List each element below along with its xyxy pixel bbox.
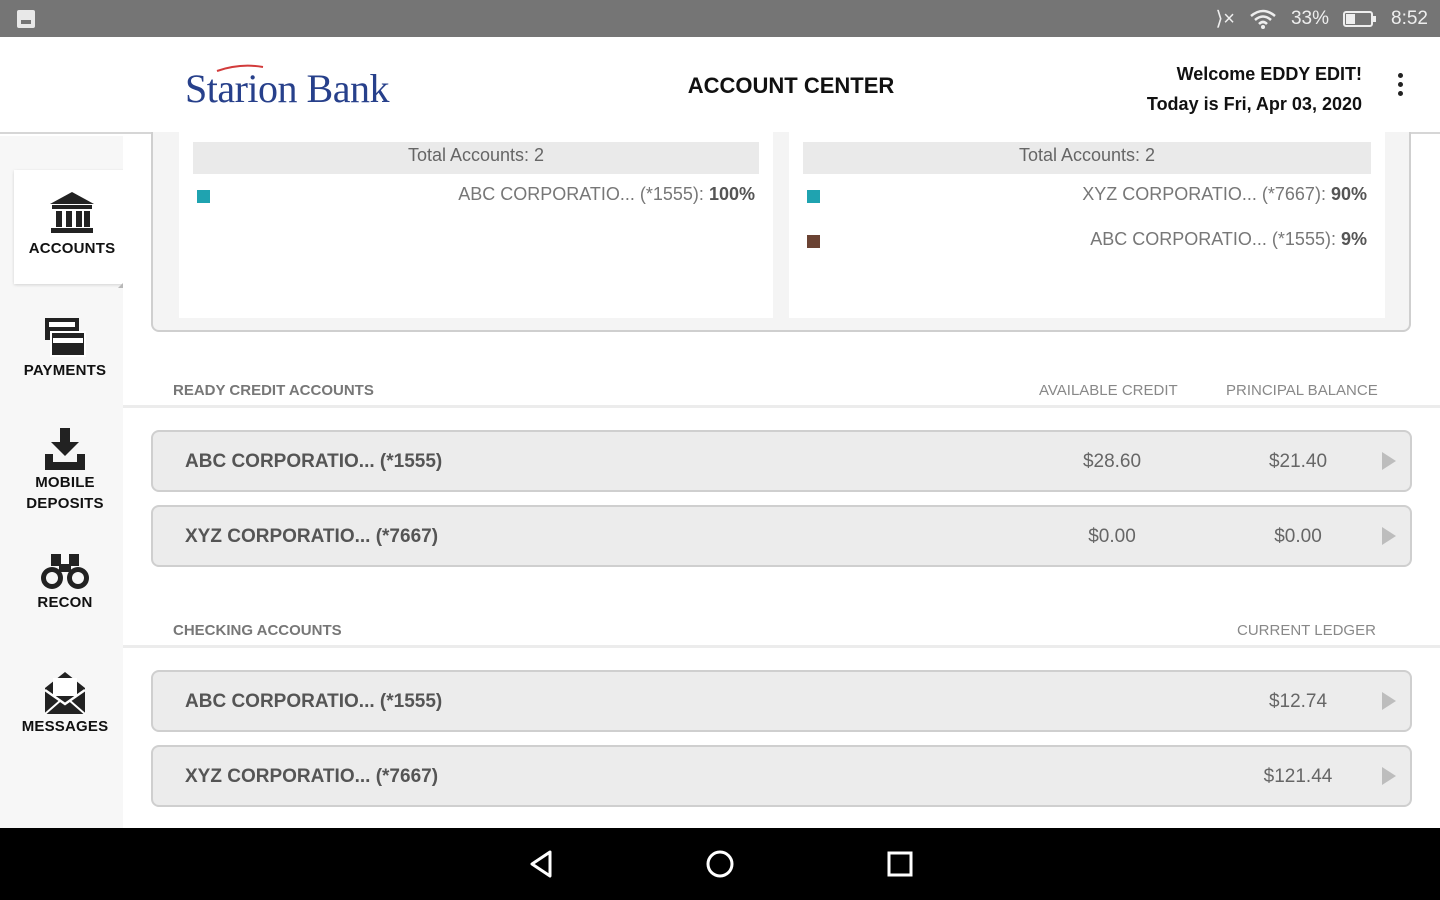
bluetooth-off-icon: ⟩× <box>1215 8 1235 30</box>
date-text: Today is Fri, Apr 03, 2020 <box>1146 94 1362 114</box>
available-credit-value: $0.00 <box>1088 526 1136 547</box>
legend-pct: 100% <box>708 184 755 204</box>
sidebar-item-accounts[interactable]: ACCOUNTS <box>14 170 130 284</box>
sidebar-item-label-2: DEPOSITS <box>26 495 104 512</box>
sidebar-item-label: MESSAGES <box>21 718 109 735</box>
ready-credit-row[interactable]: XYZ CORPORATIO... (*7667) $0.00 $0.00 <box>151 505 1412 567</box>
sidebar-item-messages[interactable]: MESSAGES <box>0 668 130 784</box>
account-name: XYZ CORPORATIO... (*7667) <box>185 526 439 547</box>
clock: 8:52 <box>1391 7 1428 29</box>
checking-row[interactable]: ABC CORPORATIO... (*1555) $12.74 <box>151 670 1412 732</box>
ready-credit-row[interactable]: ABC CORPORATIO... (*1555) $28.60 $21.40 <box>151 430 1412 492</box>
legend-label: ABC CORPORATIO... (*1555): <box>458 184 704 204</box>
chart-total: Total Accounts: 2 <box>193 142 759 174</box>
welcome-message: Welcome EDDY EDIT! Today is Fri, Apr 03,… <box>1147 59 1362 119</box>
account-name: ABC CORPORATIO... (*1555) <box>185 691 443 712</box>
checking-row[interactable]: XYZ CORPORATIO... (*7667) $121.44 <box>151 745 1412 807</box>
welcome-text: Welcome EDDY EDIT! <box>1176 64 1362 84</box>
current-ledger-value: $121.44 <box>1263 766 1333 787</box>
legend-label: XYZ CORPORATIO... (*7667): <box>1082 184 1326 204</box>
chart-total: Total Accounts: 2 <box>803 142 1371 174</box>
sidebar-item-mobile-deposits[interactable]: MOBILE DEPOSITS <box>0 424 130 540</box>
sidebar-item-label: MOBILE <box>35 474 95 491</box>
available-credit-value: $28.60 <box>1082 451 1142 472</box>
chevron-right-icon <box>1382 767 1396 785</box>
section-label: CHECKING ACCOUNTS <box>173 622 342 639</box>
system-nav-bar <box>0 828 1440 900</box>
chart-card-ready-credit: Total Accounts: 2 ABC CORPORATIO... (*15… <box>179 132 773 318</box>
chevron-right-icon <box>1382 692 1396 710</box>
battery-icon <box>1343 10 1377 28</box>
legend-swatch <box>807 235 820 248</box>
download-tray-icon <box>45 428 85 470</box>
envelope-icon <box>44 672 86 715</box>
ready-credit-header: READY CREDIT ACCOUNTS AVAILABLE CREDIT P… <box>123 372 1440 408</box>
home-icon[interactable] <box>705 849 735 879</box>
chart-card-checking: Total Accounts: 2 XYZ CORPORATIO... (*76… <box>789 132 1385 318</box>
chevron-right-icon <box>1382 452 1396 470</box>
legend-label: ABC CORPORATIO... (*1555): <box>1090 229 1336 249</box>
notification-icon <box>17 10 35 28</box>
app-header: Starion Bank ACCOUNT CENTER Welcome EDDY… <box>0 37 1440 134</box>
account-name: ABC CORPORATIO... (*1555) <box>185 451 443 472</box>
sidebar-item-label: PAYMENTS <box>23 362 107 379</box>
sidebar-item-label: RECON <box>37 594 93 611</box>
principal-balance-value: $0.00 <box>1274 526 1322 547</box>
sidebar-item-recon[interactable]: RECON <box>0 552 130 668</box>
legend-swatch <box>197 190 210 203</box>
legend-item: ABC CORPORATIO... (*1555): 100% <box>197 184 755 208</box>
recents-icon[interactable] <box>886 849 914 879</box>
current-ledger-column: CURRENT LEDGER <box>1237 622 1376 639</box>
sidebar-item-payments[interactable]: PAYMENTS <box>0 310 130 426</box>
legend-pct: 9% <box>1340 229 1367 249</box>
legend-item: ABC CORPORATIO... (*1555): 9% <box>807 229 1367 253</box>
account-name: XYZ CORPORATIO... (*7667) <box>185 766 439 787</box>
card-icon <box>45 318 86 357</box>
binoculars-icon <box>41 554 89 589</box>
overflow-menu-icon[interactable] <box>1394 73 1406 101</box>
main-content: Total Accounts: 2 ABC CORPORATIO... (*15… <box>123 132 1440 828</box>
current-ledger-value: $12.74 <box>1268 691 1328 712</box>
bank-icon <box>50 192 94 233</box>
principal-balance-column: PRINCIPAL BALANCE <box>1226 382 1378 399</box>
section-label: READY CREDIT ACCOUNTS <box>173 382 374 399</box>
sidebar-item-label: ACCOUNTS <box>28 240 116 257</box>
status-bar: ⟩× 33% 8:52 <box>0 0 1440 37</box>
account-charts-panel: Total Accounts: 2 ABC CORPORATIO... (*15… <box>151 132 1411 332</box>
legend-pct: 90% <box>1330 184 1367 204</box>
back-icon[interactable] <box>526 849 556 879</box>
principal-balance-value: $21.40 <box>1268 451 1328 472</box>
chevron-right-icon <box>1382 527 1396 545</box>
legend-swatch <box>807 190 820 203</box>
wifi-icon <box>1249 8 1277 30</box>
checking-header: CHECKING ACCOUNTS CURRENT LEDGER <box>123 612 1440 648</box>
battery-percent: 33% <box>1290 7 1330 29</box>
legend-item: XYZ CORPORATIO... (*7667): 90% <box>807 184 1367 208</box>
sidebar: ACCOUNTS PAYMENTS MOBILE DEPOSITS RECON <box>0 136 130 828</box>
available-credit-column: AVAILABLE CREDIT <box>1039 382 1178 399</box>
